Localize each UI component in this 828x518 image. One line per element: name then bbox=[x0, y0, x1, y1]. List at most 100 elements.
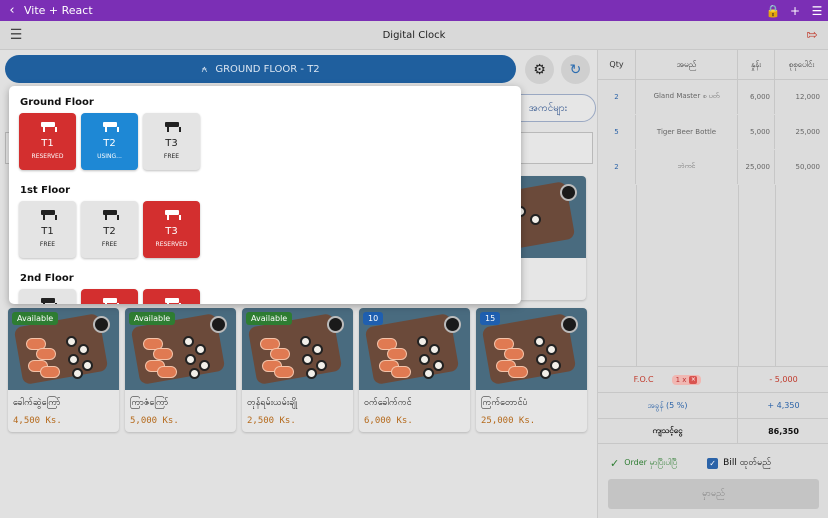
table-icon bbox=[40, 122, 57, 132]
product-name: ကြက်တောင်ပံ bbox=[481, 398, 528, 408]
order-name: ဘဲကင် bbox=[636, 150, 738, 184]
table-icon bbox=[102, 122, 119, 132]
page-title: Digital Clock bbox=[382, 29, 446, 41]
tax-value: + 4,350 bbox=[767, 401, 800, 410]
product-card[interactable]: Available ကြာဇံကြော် 5,000 Ks. bbox=[125, 308, 236, 432]
table-icon bbox=[164, 210, 181, 220]
table-status: FREE bbox=[163, 153, 180, 160]
order-price: 25,000 bbox=[738, 150, 775, 184]
product-name: ဝက်ခေါက်ကင် bbox=[364, 398, 412, 408]
product-card[interactable]: Available ခေါက်ဆွဲကြော် 4,500 Ks. bbox=[8, 308, 119, 432]
tax-label: အခွန် (5 %) bbox=[598, 393, 738, 418]
order-qty: 2 bbox=[598, 150, 636, 184]
floor-select-button[interactable]: ⍲ GROUND FLOOR - T2 bbox=[5, 55, 516, 83]
menu-icon[interactable]: ☰ bbox=[806, 4, 828, 18]
col-total: စုစုပေါင်း bbox=[775, 50, 828, 79]
order-panel: Qty အမည် နှုန်း စုစုပေါင်း 2 Gland Master… bbox=[597, 50, 828, 518]
foc-value: - 5,000 bbox=[769, 375, 798, 384]
sauce-bowl bbox=[444, 316, 461, 333]
order-row[interactable]: 5 Tiger Beer Bottle 5,000 25,000 bbox=[598, 115, 828, 149]
sauce-bowl bbox=[210, 316, 227, 333]
product-card[interactable]: 10 ဝက်ခေါက်ကင် 6,000 Ks. bbox=[359, 308, 470, 432]
order-price: 5,000 bbox=[738, 115, 775, 149]
bill-print-checkbox[interactable]: ✓ bbox=[707, 457, 719, 469]
window-title: Vite + React bbox=[24, 4, 93, 17]
col-name: အမည် bbox=[636, 50, 738, 79]
order-row[interactable]: 2 ဘဲကင် 25,000 50,000 bbox=[598, 150, 828, 184]
total-row: ကျသင့်ငွေ 86,350 bbox=[598, 418, 828, 444]
check-icon: ✓ bbox=[610, 456, 620, 470]
table-icon bbox=[164, 122, 181, 132]
table-button[interactable]: T2 FREE bbox=[81, 201, 138, 258]
floor-select-label: GROUND FLOOR - T2 bbox=[215, 63, 320, 75]
order-row[interactable]: 2 Gland Master စ ပတ် 6,000 12,000 bbox=[598, 80, 828, 114]
app-bar: ☰ Digital Clock ⇰ bbox=[0, 21, 828, 50]
table-button[interactable] bbox=[143, 289, 200, 304]
back-icon[interactable]: ‹ bbox=[0, 3, 24, 18]
total-value: 86,350 bbox=[768, 426, 799, 436]
floor-heading: 1st Floor bbox=[20, 185, 71, 196]
floor-dropdown: Ground Floor T1 RESERVED T2 USING... T3 FREE 1s… bbox=[9, 86, 521, 304]
table-icon: ⍲ bbox=[201, 63, 208, 75]
table-status: USING... bbox=[97, 153, 122, 160]
status-bar: ‹ Vite + React 🔒 + ☰ bbox=[0, 0, 828, 21]
tax-row: အခွန် (5 %) + 4,350 bbox=[598, 392, 828, 418]
table-icon bbox=[40, 210, 57, 220]
table-button[interactable] bbox=[19, 289, 76, 304]
foc-row: F.O.C 1 x × - 5,000 bbox=[598, 366, 828, 392]
column-divider bbox=[738, 185, 739, 366]
logout-icon[interactable]: ⇰ bbox=[796, 28, 828, 43]
table-name: T2 bbox=[103, 138, 116, 149]
product-card[interactable]: 15 ကြက်တောင်ပံ 25,000 Ks. bbox=[476, 308, 587, 432]
sauce-bowl bbox=[93, 316, 110, 333]
floor-heading: Ground Floor bbox=[20, 97, 94, 108]
table-status: RESERVED bbox=[31, 153, 64, 160]
table-name: T1 bbox=[41, 138, 54, 149]
table-status: FREE bbox=[39, 241, 56, 248]
lock-icon[interactable]: 🔒 bbox=[762, 4, 784, 18]
add-icon[interactable]: + bbox=[784, 4, 806, 18]
close-icon[interactable]: × bbox=[689, 375, 698, 384]
order-name: Tiger Beer Bottle bbox=[636, 115, 738, 149]
order-total: 12,000 bbox=[775, 80, 828, 114]
order-price: 6,000 bbox=[738, 80, 775, 114]
order-qty: 5 bbox=[598, 115, 636, 149]
table-button[interactable] bbox=[81, 289, 138, 304]
foc-count: 1 x bbox=[675, 375, 687, 384]
table-icon bbox=[164, 298, 181, 304]
order-qty: 2 bbox=[598, 80, 636, 114]
floor-heading: 2nd Floor bbox=[20, 273, 74, 284]
order-name: Gland Master စ ပတ် bbox=[636, 80, 738, 114]
product-price: 25,000 Ks. bbox=[481, 416, 536, 426]
order-table-header: Qty အမည် နှုန်း စုစုပေါင်း bbox=[598, 50, 828, 80]
column-divider bbox=[636, 185, 637, 366]
table-button[interactable]: T3 RESERVED bbox=[143, 201, 200, 258]
table-name: T1 bbox=[41, 226, 54, 237]
col-price: နှုန်း bbox=[738, 50, 775, 79]
settings-button[interactable]: ⚙ bbox=[525, 55, 554, 84]
product-price: 2,500 Ks. bbox=[247, 416, 296, 426]
order-button[interactable]: မှာမည် bbox=[608, 479, 819, 509]
stock-badge: Available bbox=[246, 312, 293, 325]
sauce-bowl bbox=[327, 316, 344, 333]
table-status: FREE bbox=[101, 241, 118, 248]
stock-badge: 15 bbox=[480, 312, 501, 325]
product-card[interactable]: Available တုန်ရမ်းယမ်းချို 2,500 Ks. bbox=[242, 308, 353, 432]
order-options: ✓ Order မှာပြီးပါပြီ ✓ Bill ထုတ်မည် bbox=[598, 452, 828, 474]
hamburger-icon[interactable]: ☰ bbox=[0, 27, 32, 43]
table-button[interactable]: T2 USING... bbox=[81, 113, 138, 170]
table-button[interactable]: T1 RESERVED bbox=[19, 113, 76, 170]
gear-icon: ⚙ bbox=[533, 61, 546, 78]
table-name: T3 bbox=[165, 138, 178, 149]
sauce-bowl bbox=[561, 316, 578, 333]
refresh-button[interactable]: ↻ bbox=[561, 55, 590, 84]
table-button[interactable]: T3 FREE bbox=[143, 113, 200, 170]
table-button[interactable]: T1 FREE bbox=[19, 201, 76, 258]
order-done-label: Order မှာပြီးပါပြီ bbox=[624, 458, 678, 467]
col-qty: Qty bbox=[598, 50, 636, 79]
stock-badge: 10 bbox=[363, 312, 384, 325]
order-total: 25,000 bbox=[775, 115, 828, 149]
refresh-icon: ↻ bbox=[569, 61, 582, 78]
table-name: T2 bbox=[103, 226, 116, 237]
foc-badge[interactable]: 1 x × bbox=[671, 374, 702, 385]
